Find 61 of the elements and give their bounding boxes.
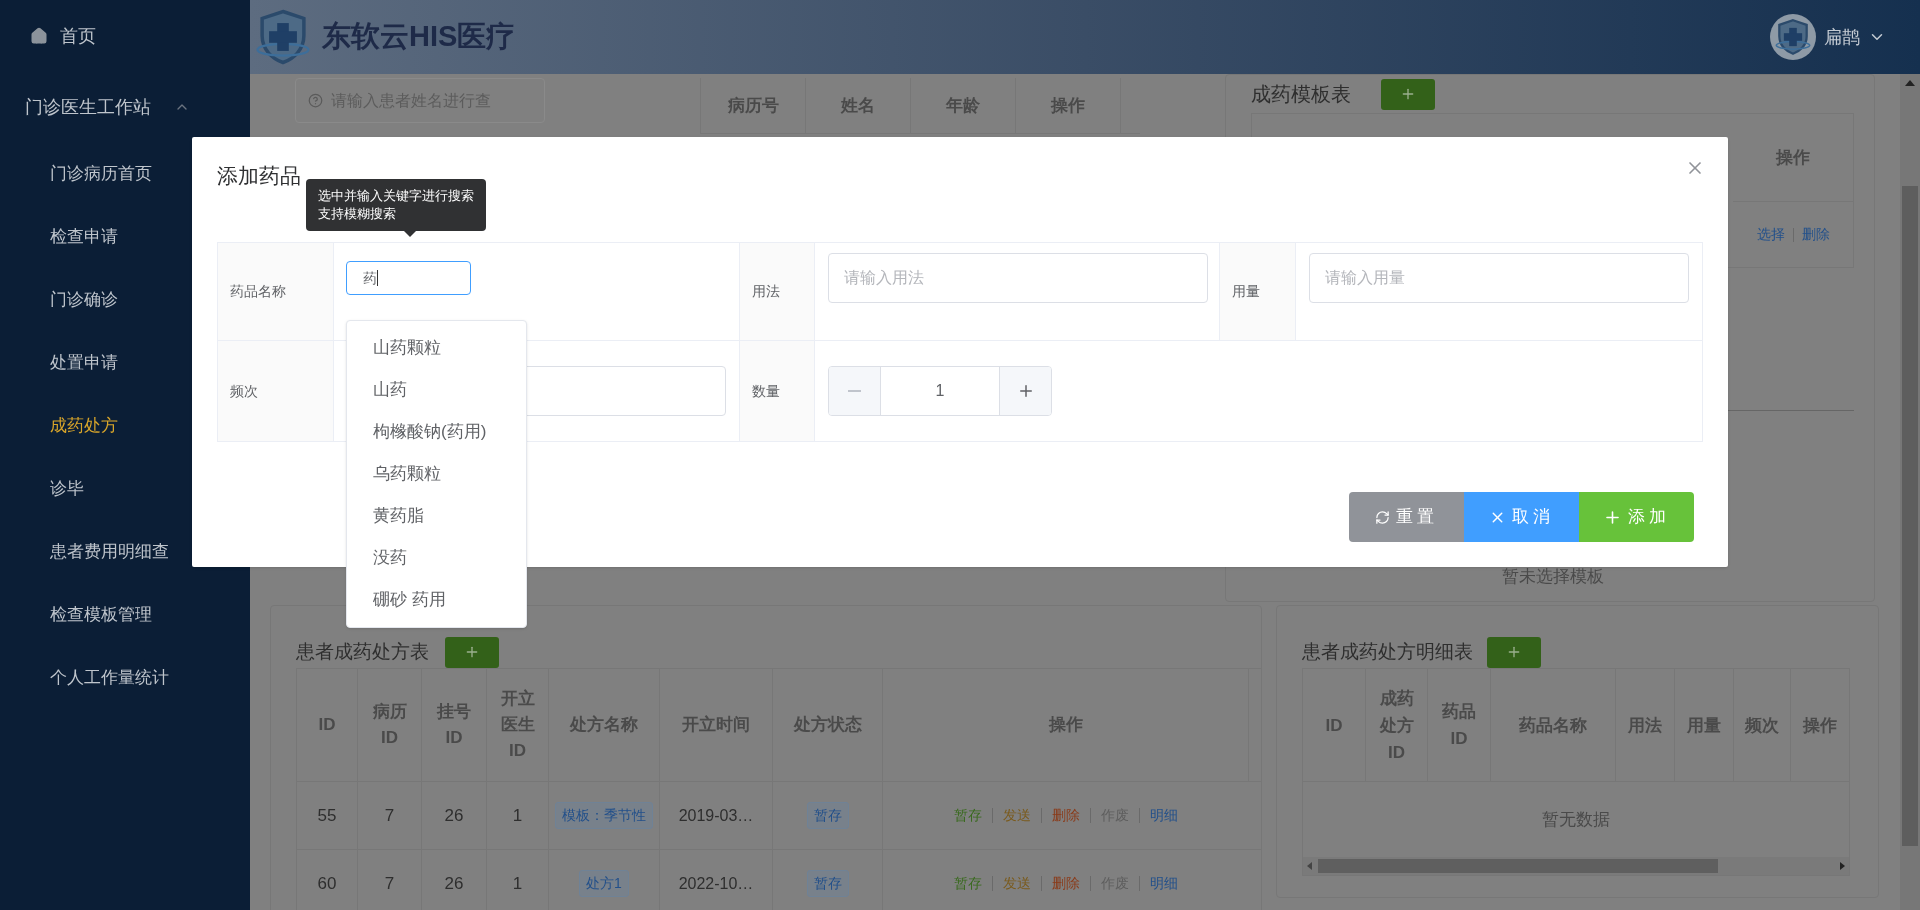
table-cell: 55 [297, 782, 358, 849]
tooltip-text: 支持模糊搜索 [318, 205, 397, 223]
increment-button[interactable] [999, 367, 1051, 415]
panel-title: 患者成药处方明细表 [1302, 639, 1473, 664]
panel-title: 成药模板表 [1251, 82, 1351, 107]
shield-logo-icon [254, 8, 312, 66]
suggestion-item[interactable]: 硼砂 药用 [347, 579, 526, 621]
home-icon [30, 27, 48, 45]
search-field[interactable]: 药 [346, 261, 471, 295]
field-label: 数量 [752, 381, 780, 401]
table-cell: 7 [358, 782, 422, 849]
name-tag: 模板：季节性 [555, 802, 653, 829]
table-cell: 26 [422, 782, 487, 849]
input-field[interactable]: 请输入用量 [1309, 253, 1689, 303]
user-name[interactable]: 扁鹊 [1824, 23, 1860, 51]
input-field[interactable]: 请输入用法 [828, 253, 1208, 303]
help-icon [308, 93, 323, 108]
status-tag: 暂存 [806, 802, 849, 829]
number-value: 1 [934, 381, 946, 401]
suggestion-item[interactable]: 黄药脂 [347, 495, 526, 537]
tooltip-text: 选中并输入关键字进行搜索 [318, 187, 474, 205]
sidebar-item[interactable]: 个人工作量统计 [0, 646, 250, 709]
horizontal-scrollbar[interactable] [1303, 857, 1849, 875]
sidebar-item[interactable]: 首页 [0, 0, 250, 72]
refresh-icon [1375, 509, 1390, 525]
shield-icon [1774, 18, 1812, 56]
table-cell: 7 [358, 850, 422, 910]
suggestion-item[interactable]: 山药 [347, 369, 526, 411]
status-tag: 暂存 [806, 870, 849, 897]
plus-icon [1400, 86, 1416, 102]
suggestion-item[interactable]: 山药颗粒 [347, 327, 526, 369]
number-stepper[interactable]: 1 [828, 366, 1052, 416]
table-cell-text: 2022-10… [678, 873, 754, 894]
suggestion-item[interactable]: 没药 [347, 537, 526, 579]
avatar[interactable] [1770, 14, 1816, 60]
suggestion-item[interactable]: 枸橼酸钠(药用) [347, 411, 526, 453]
suggestion-item[interactable]: 乌药颗粒 [347, 453, 526, 495]
sidebar-item[interactable]: 检查模板管理 [0, 583, 250, 646]
name-tag: 处方1 [579, 870, 629, 897]
add-button[interactable] [1381, 78, 1435, 110]
add-button[interactable] [445, 636, 499, 668]
table-cell: 1 [487, 782, 549, 849]
table-cell: 60 [297, 850, 358, 910]
decrement-button[interactable] [829, 367, 881, 415]
add-button[interactable] [1487, 636, 1541, 668]
field-label: 药品名称 [230, 282, 286, 301]
plus-icon [1506, 644, 1522, 660]
plus-icon [464, 644, 480, 660]
vertical-scrollbar[interactable] [1900, 74, 1920, 910]
dialog-title: 添加药品 [217, 163, 301, 189]
sidebar-group[interactable]: 门诊医生工作站 [0, 72, 250, 142]
field-label: 频次 [230, 381, 258, 401]
table-cell-text: 2019-03… [678, 805, 754, 826]
panel-title: 患者成药处方表 [296, 639, 429, 664]
group-label: 门诊医生工作站 [25, 95, 151, 119]
field-label: 用量 [1232, 282, 1260, 301]
minus-icon [848, 390, 861, 392]
table-cell: 26 [422, 850, 487, 910]
table-cell: 1 [487, 850, 549, 910]
field-label: 用法 [752, 282, 780, 301]
app-title: 东软云HIS医疗 [322, 19, 516, 55]
